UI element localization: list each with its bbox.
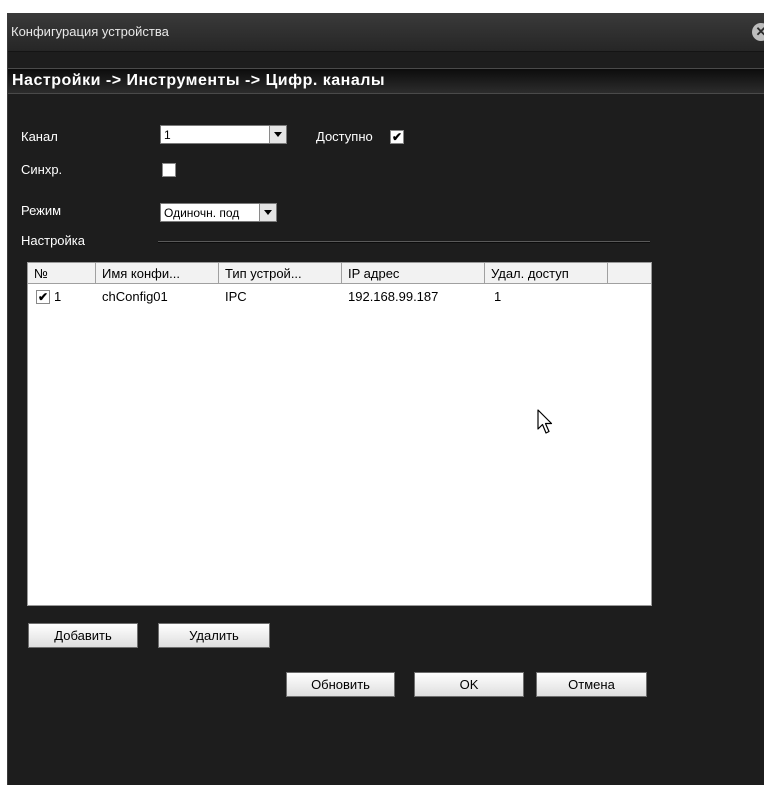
mouse-pointer-icon (537, 409, 553, 438)
close-icon[interactable]: ✕ (752, 23, 764, 41)
row-device-type: IPC (225, 289, 247, 304)
channels-table[interactable]: № Имя конфи... Тип устрой... IP адрес Уд… (27, 262, 652, 606)
ok-button[interactable]: OK (414, 672, 524, 697)
chevron-down-icon[interactable] (259, 204, 276, 221)
delete-button[interactable]: Удалить (158, 623, 270, 648)
row-remote-access: 1 (494, 289, 502, 304)
chevron-down-icon[interactable] (269, 126, 286, 143)
settings-label: Настройка (21, 233, 85, 248)
column-header-remote-access[interactable]: Удал. доступ (485, 263, 608, 284)
section-divider (158, 241, 650, 243)
column-header-config-name[interactable]: Имя конфи... (96, 263, 219, 284)
cancel-button[interactable]: Отмена (536, 672, 647, 697)
breadcrumb: Настройки -> Инструменты -> Цифр. каналы (12, 72, 386, 89)
channel-select-value: 1 (164, 128, 171, 142)
add-button[interactable]: Добавить (28, 623, 138, 648)
mode-select[interactable]: Одиночн. под (160, 203, 277, 222)
title-bar: Конфигурация устройства ✕ (8, 13, 764, 52)
sync-checkbox[interactable] (162, 163, 176, 177)
table-header: № Имя конфи... Тип устрой... IP адрес Уд… (28, 263, 651, 285)
refresh-button[interactable]: Обновить (286, 672, 395, 697)
device-config-window: Конфигурация устройства ✕ Настройки -> И… (7, 13, 764, 785)
channel-select[interactable]: 1 (160, 125, 287, 144)
available-checkbox[interactable]: ✔ (390, 130, 404, 144)
row-number: 1 (54, 289, 62, 304)
row-config-name: chConfig01 (102, 289, 168, 304)
mode-label: Режим (21, 203, 62, 218)
breadcrumb-bar: Настройки -> Инструменты -> Цифр. каналы (8, 68, 764, 94)
available-label: Доступно (316, 129, 373, 144)
mode-select-value: Одиночн. под (164, 206, 240, 220)
column-header-empty (608, 263, 651, 284)
row-checkbox[interactable]: ✔ (36, 290, 50, 304)
channel-label: Канал (21, 129, 58, 144)
column-header-device-type[interactable]: Тип устрой... (219, 263, 342, 284)
window-title: Конфигурация устройства (11, 24, 169, 39)
column-header-number[interactable]: № (28, 263, 96, 284)
table-row[interactable]: ✔ 1 chConfig01 IPC 192.168.99.187 1 (28, 285, 651, 307)
sync-label: Синхр. (21, 162, 63, 177)
column-header-ip-address[interactable]: IP адрес (342, 263, 485, 284)
row-ip-address: 192.168.99.187 (348, 289, 439, 304)
